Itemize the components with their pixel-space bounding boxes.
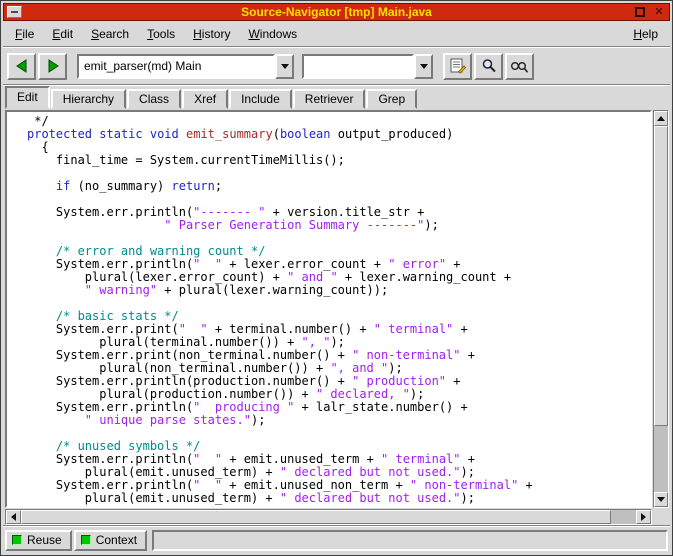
scroll-left-icon — [11, 513, 16, 521]
menu-file[interactable]: File — [6, 22, 43, 46]
symbol-combo-arrow-icon — [281, 64, 289, 69]
scrollbar-corner — [652, 509, 669, 525]
menu-bar: FileEditSearchToolsHistoryWindows Help — [3, 21, 670, 46]
code-line: " unique parse states."); — [27, 414, 650, 427]
scroll-left-button[interactable] — [6, 510, 21, 524]
nav-back-button[interactable] — [7, 53, 36, 80]
app-window: Source-Navigator [tmp] Main.java ✕ FileE… — [0, 0, 673, 556]
maximize-button[interactable] — [633, 6, 647, 19]
scroll-right-button[interactable] — [636, 510, 651, 524]
menu-history[interactable]: History — [184, 22, 239, 46]
menu-help[interactable]: Help — [624, 22, 667, 46]
window-title: Source-Navigator [tmp] Main.java — [4, 5, 669, 19]
close-icon: ✕ — [654, 7, 663, 18]
search-combo-input[interactable] — [302, 54, 414, 79]
vertical-scroll-thumb[interactable] — [654, 126, 668, 426]
code-line: plural(emit.unused_term) + " declared bu… — [27, 492, 650, 505]
scroll-right-icon — [641, 513, 646, 521]
horizontal-scrollbar[interactable] — [5, 509, 652, 525]
tab-grep[interactable]: Grep — [366, 89, 417, 109]
reuse-toggle-indicator — [12, 535, 22, 545]
context-toggle-label: Context — [96, 533, 137, 547]
retriever-icon — [510, 59, 529, 74]
tab-include[interactable]: Include — [229, 89, 292, 109]
code-content: */protected static void emit_summary(boo… — [27, 115, 650, 505]
context-toggle[interactable]: Context — [74, 530, 147, 551]
nav-back-icon — [14, 59, 30, 73]
vertical-scroll-trough[interactable] — [654, 126, 668, 492]
status-message-area — [152, 530, 668, 551]
menu-bar-left: FileEditSearchToolsHistoryWindows — [6, 21, 306, 46]
search-combobox — [302, 54, 433, 79]
find-icon — [481, 58, 497, 74]
toolbar — [3, 48, 670, 84]
vertical-scrollbar[interactable] — [653, 110, 669, 508]
horizontal-scroll-trough[interactable] — [21, 510, 636, 524]
close-button[interactable]: ✕ — [652, 6, 666, 19]
reuse-toggle[interactable]: Reuse — [5, 530, 72, 551]
tab-retriever[interactable]: Retriever — [293, 89, 366, 109]
symbol-combo-arrow-button[interactable] — [275, 54, 294, 79]
scroll-up-button[interactable] — [654, 111, 668, 126]
symbol-combo-input[interactable] — [77, 54, 275, 79]
editor-window-icon — [449, 58, 467, 74]
code-line: " warning" + plural(lexer.warning_count)… — [27, 284, 650, 297]
window-menu-icon[interactable] — [7, 6, 22, 18]
menu-edit[interactable]: Edit — [43, 22, 82, 46]
tab-hierarchy[interactable]: Hierarchy — [51, 89, 126, 109]
menu-bar-right: Help — [624, 21, 667, 46]
tab-bar: EditHierarchyClassXrefIncludeRetrieverGr… — [3, 86, 670, 109]
window-menu-dash — [11, 11, 18, 13]
reuse-toggle-label: Reuse — [27, 533, 62, 547]
code-line: protected static void emit_summary(boole… — [27, 128, 650, 141]
scroll-down-button[interactable] — [654, 492, 668, 507]
scroll-down-icon — [657, 497, 665, 502]
menu-search[interactable]: Search — [82, 22, 138, 46]
search-combo-arrow-icon — [420, 64, 428, 69]
retriever-button[interactable] — [505, 53, 534, 80]
code-line: " Parser Generation Summary -------"); — [27, 219, 650, 232]
nav-forward-icon — [45, 59, 61, 73]
code-line: final_time = System.currentTimeMillis(); — [27, 154, 650, 167]
code-editor[interactable]: */protected static void emit_summary(boo… — [5, 110, 652, 508]
search-combo-arrow-button[interactable] — [414, 54, 433, 79]
menu-windows[interactable]: Windows — [239, 22, 306, 46]
status-bar: Reuse Context — [3, 527, 670, 553]
maximize-icon — [635, 7, 645, 17]
tab-xref[interactable]: Xref — [182, 89, 228, 109]
scroll-up-icon — [657, 116, 665, 121]
context-toggle-indicator — [81, 535, 91, 545]
editor-area: */protected static void emit_summary(boo… — [3, 109, 670, 508]
title-bar-buttons: ✕ — [633, 6, 666, 19]
editor-window-button[interactable] — [443, 53, 472, 80]
title-bar[interactable]: Source-Navigator [tmp] Main.java ✕ — [3, 3, 670, 21]
tab-edit[interactable]: Edit — [5, 86, 50, 109]
tab-class[interactable]: Class — [127, 89, 181, 109]
code-line: if (no_summary) return; — [27, 180, 650, 193]
horizontal-scroll-thumb[interactable] — [21, 510, 611, 524]
symbol-combobox — [77, 54, 294, 79]
menu-tools[interactable]: Tools — [138, 22, 184, 46]
nav-forward-button[interactable] — [38, 53, 67, 80]
find-button[interactable] — [474, 53, 503, 80]
bottom-scroll-row — [3, 508, 670, 525]
